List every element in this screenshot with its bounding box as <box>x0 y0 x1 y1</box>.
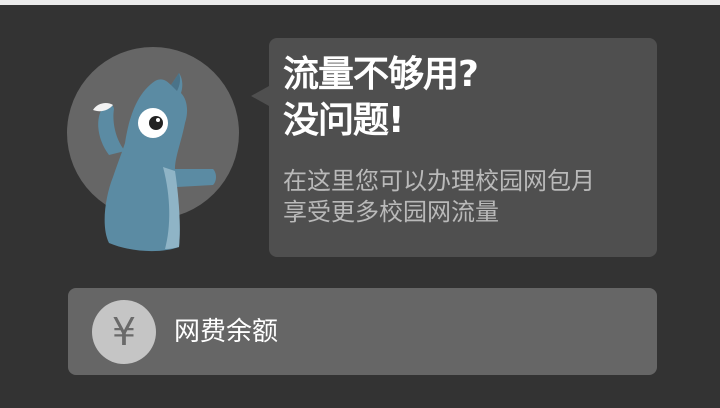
promo-description: 在这里您可以办理校园网包月 享受更多校园网流量 <box>283 166 643 228</box>
network-balance-label: 网费余额 <box>174 317 279 347</box>
description-line-2: 享受更多校园网流量 <box>283 198 499 226</box>
headline-line-2: 没问题! <box>283 100 404 141</box>
top-status-strip <box>0 0 720 5</box>
yen-icon: ¥ <box>92 300 156 364</box>
network-balance-button[interactable]: ¥ 网费余额 <box>68 288 657 375</box>
mascot-avatar <box>67 47 239 252</box>
promo-speech-bubble: 流量不够用? 没问题! 在这里您可以办理校园网包月 享受更多校园网流量 <box>251 38 657 257</box>
yen-glyph: ¥ <box>111 310 137 354</box>
description-line-1: 在这里您可以办理校园网包月 <box>283 167 595 195</box>
cat-mascot-icon <box>93 73 216 252</box>
headline-line-1: 流量不够用? <box>283 54 479 95</box>
promo-headline: 流量不够用? 没问题! <box>283 52 643 144</box>
